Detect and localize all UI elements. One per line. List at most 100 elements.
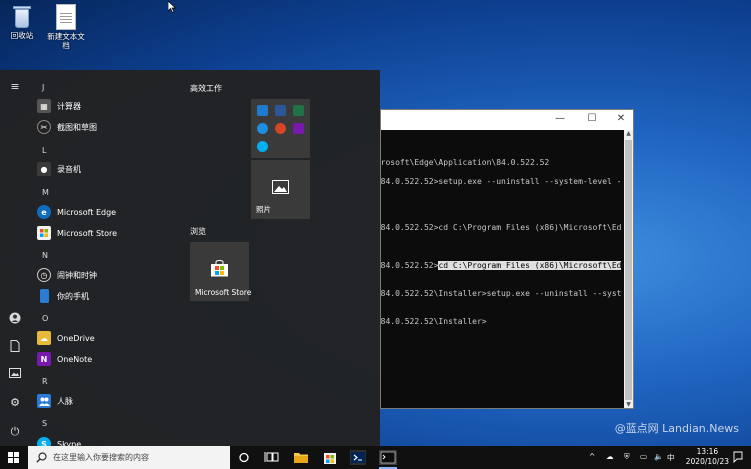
console-line: n\84.0.522.52>cd C:\Program Files (x86)\… bbox=[381, 261, 622, 270]
tile-group-title[interactable]: 浏览 bbox=[190, 226, 206, 237]
app-label: 你的手机 bbox=[57, 291, 89, 301]
skype-icon bbox=[257, 141, 268, 152]
scroll-up-icon[interactable]: ▲ bbox=[624, 130, 633, 137]
store-icon bbox=[37, 226, 51, 240]
search-placeholder: 在这里输入你要搜索的内容 bbox=[53, 453, 149, 462]
onenote-icon: N bbox=[37, 352, 51, 366]
section-letter-o[interactable]: O bbox=[42, 314, 48, 323]
alarm-clock-icon: ◷ bbox=[37, 268, 51, 282]
vertical-scrollbar[interactable]: ▲ ▼ bbox=[624, 130, 633, 408]
section-letter-l[interactable]: L bbox=[42, 146, 46, 155]
voice-recorder-icon: ● bbox=[37, 162, 51, 176]
app-item-onenote[interactable]: N OneNote bbox=[37, 350, 92, 368]
tray-overflow-icon[interactable]: ^ bbox=[589, 452, 595, 461]
people-icon bbox=[37, 394, 51, 408]
notification-center-icon[interactable] bbox=[733, 451, 743, 464]
section-letter-n[interactable]: N bbox=[42, 251, 48, 260]
desktop-icon-label: 回收站 bbox=[10, 31, 34, 40]
console-output[interactable]: icrosoft\Edge\Application\84.0.522.52 n\… bbox=[381, 130, 624, 408]
windows-logo-icon bbox=[8, 452, 19, 463]
app-label: 闹钟和时钟 bbox=[57, 270, 97, 280]
app-label: Microsoft Edge bbox=[57, 207, 117, 217]
scroll-down-icon[interactable]: ▼ bbox=[624, 401, 633, 408]
mouse-cursor-icon bbox=[168, 1, 176, 13]
your-phone-icon bbox=[40, 289, 49, 303]
desktop-icon-recycle-bin[interactable]: 回收站 bbox=[0, 4, 44, 40]
console-line: n\84.0.522.52\Installer>setup.exe --unin… bbox=[381, 289, 622, 298]
console-line: n\84.0.522.52\Installer> bbox=[381, 317, 487, 326]
minimize-icon[interactable]: — bbox=[553, 113, 567, 124]
powerpoint-icon bbox=[275, 123, 286, 134]
settings-gear-icon[interactable]: ⚙ bbox=[8, 396, 22, 410]
onenote-icon bbox=[293, 123, 304, 134]
pictures-icon[interactable] bbox=[8, 368, 22, 382]
user-account-icon[interactable] bbox=[8, 312, 22, 326]
microsoft-store-tile[interactable]: Microsoft Store bbox=[190, 242, 252, 301]
app-item-voice-recorder[interactable]: ● 录音机 bbox=[37, 160, 81, 178]
cortana-icon[interactable] bbox=[236, 450, 252, 465]
clock-date: 2020/10/23 bbox=[685, 457, 729, 466]
section-letter-j[interactable]: J bbox=[42, 83, 44, 92]
app-item-your-phone[interactable]: 你的手机 bbox=[37, 287, 89, 305]
start-menu-rail: ≡ ⚙ ⏻ bbox=[0, 70, 30, 446]
app-label: 人脉 bbox=[57, 396, 73, 406]
section-letter-m[interactable]: M bbox=[42, 188, 49, 197]
clock-time: 13:16 bbox=[696, 447, 719, 456]
start-button[interactable] bbox=[0, 446, 28, 469]
app-item-people[interactable]: 人脉 bbox=[37, 392, 73, 410]
selected-text[interactable]: cd C:\Program Files (x86)\Microsoft\Ed bbox=[438, 261, 622, 270]
onedrive-icon bbox=[257, 123, 268, 134]
tile-label: Microsoft Store bbox=[195, 288, 252, 297]
console-line: n\84.0.522.52>setup.exe --uninstall --sy… bbox=[381, 177, 622, 186]
app-item-microsoft-store[interactable]: Microsoft Store bbox=[37, 224, 117, 242]
window-title-bar[interactable]: — ☐ ✕ bbox=[381, 110, 633, 130]
app-item-onedrive[interactable]: ☁ OneDrive bbox=[37, 329, 95, 347]
start-menu: ≡ ⚙ ⏻ J ▦ 计算器 ✂ 截图和草图 L ● 录音机 M e Micros… bbox=[0, 70, 380, 451]
console-line: n\84.0.522.52>cd C:\Program Files (x86)\… bbox=[381, 223, 622, 232]
section-letter-r[interactable]: R bbox=[42, 377, 48, 386]
section-letter-s[interactable]: S bbox=[42, 419, 47, 428]
volume-icon[interactable]: 🔈 bbox=[654, 452, 663, 461]
console-prompt: n\84.0.522.52> bbox=[381, 261, 439, 270]
calculator-icon: ▦ bbox=[37, 99, 51, 113]
documents-icon[interactable] bbox=[8, 340, 22, 354]
app-label: OneNote bbox=[57, 354, 93, 364]
tile-group-title[interactable]: 高效工作 bbox=[190, 83, 222, 94]
input-method-indicator[interactable]: 中 bbox=[667, 452, 675, 463]
close-icon[interactable]: ✕ bbox=[614, 113, 628, 124]
app-label: 计算器 bbox=[57, 101, 81, 111]
power-icon[interactable]: ⏻ bbox=[8, 425, 22, 439]
app-label: 录音机 bbox=[57, 164, 81, 174]
onedrive-tray-icon[interactable]: ☁ bbox=[606, 452, 614, 461]
app-label: 截图和草图 bbox=[57, 122, 97, 132]
tile-label: 照片 bbox=[256, 205, 271, 214]
hamburger-menu-icon[interactable]: ≡ bbox=[8, 80, 22, 94]
desktop-icon-label: 新建文本文档 bbox=[47, 32, 85, 50]
app-label: OneDrive bbox=[57, 333, 95, 343]
command-prompt-window[interactable]: — ☐ ✕ icrosoft\Edge\Application\84.0.522… bbox=[380, 109, 634, 409]
snip-sketch-icon: ✂ bbox=[37, 120, 51, 134]
app-item-alarms-clock[interactable]: ◷ 闹钟和时钟 bbox=[37, 266, 97, 284]
command-prompt-taskbar-icon[interactable] bbox=[379, 450, 397, 469]
network-icon[interactable]: ▭ bbox=[640, 452, 647, 461]
powershell-icon[interactable] bbox=[350, 450, 366, 465]
photos-tile[interactable]: 照片 bbox=[251, 160, 310, 219]
store-taskbar-icon[interactable] bbox=[322, 450, 338, 465]
app-item-calculator[interactable]: ▦ 计算器 bbox=[37, 97, 81, 115]
taskbar-clock[interactable]: 13:16 2020/10/23 bbox=[686, 447, 729, 467]
app-item-snip-sketch[interactable]: ✂ 截图和草图 bbox=[37, 118, 97, 136]
console-line: icrosoft\Edge\Application\84.0.522.52 bbox=[381, 158, 550, 167]
recycle-bin-icon bbox=[12, 4, 32, 29]
security-shield-icon[interactable]: ⛨ bbox=[624, 452, 630, 462]
scrollbar-thumb[interactable] bbox=[625, 140, 632, 400]
outlook-icon bbox=[257, 105, 268, 116]
maximize-icon[interactable]: ☐ bbox=[585, 113, 599, 124]
office-apps-folder-tile[interactable] bbox=[251, 99, 310, 158]
word-icon bbox=[275, 105, 286, 116]
file-explorer-icon[interactable] bbox=[293, 450, 309, 465]
desktop-icon-text-document[interactable]: 新建文本文档 bbox=[44, 4, 88, 50]
app-item-microsoft-edge[interactable]: e Microsoft Edge bbox=[37, 203, 116, 221]
task-view-icon[interactable] bbox=[264, 450, 280, 465]
taskbar-search-box[interactable]: 在这里输入你要搜索的内容 bbox=[28, 446, 230, 469]
taskbar: 在这里输入你要搜索的内容 ^ ☁ ⛨ ▭ 🔈 中 13:16 2020/10/2… bbox=[0, 446, 751, 469]
